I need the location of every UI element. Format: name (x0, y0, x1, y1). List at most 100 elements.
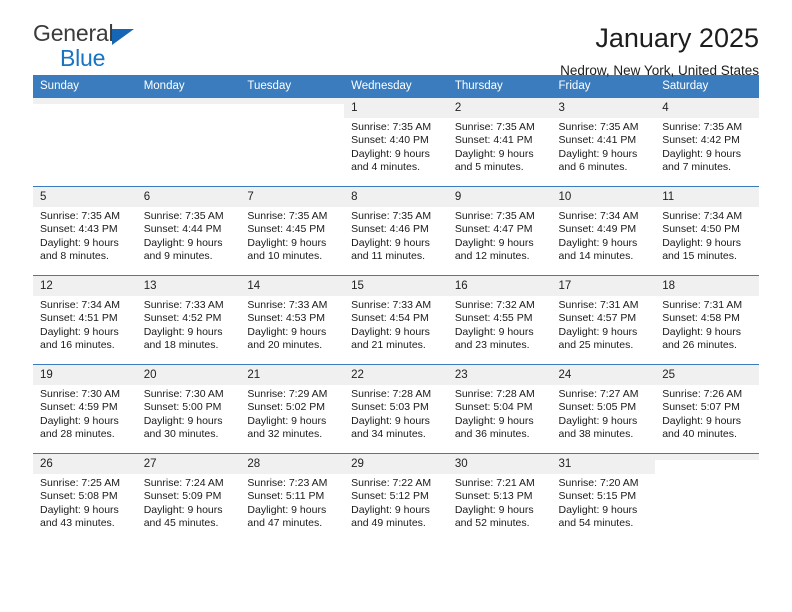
sunrise-text: Sunrise: 7:34 AM (558, 210, 639, 222)
day-number: 5 (33, 187, 137, 207)
day-cell-content: 24 Sunrise: 7:27 AM Sunset: 5:05 PM Dayligh… (551, 365, 656, 453)
sunset-text: Sunset: 4:51 PM (40, 312, 118, 325)
day-sun-info: Sunrise: 7:28 AM Sunset: 5:03 PM Daylight:… (344, 385, 448, 442)
calendar-day-cell[interactable]: 28 Sunrise: 7:23 AM Sunset: 5:11 PM Dayligh… (240, 453, 345, 543)
calendar-week-row: 12 Sunrise: 7:34 AM Sunset: 4:51 PM Dayligh… (33, 275, 759, 365)
day-number: 31 (551, 454, 656, 474)
calendar-day-cell[interactable]: 15 Sunrise: 7:33 AM Sunset: 4:54 PM Dayligh… (344, 275, 448, 365)
calendar-day-cell[interactable]: 12 Sunrise: 7:34 AM Sunset: 4:51 PM Dayligh… (33, 275, 137, 365)
calendar-day-cell[interactable]: 20 Sunrise: 7:30 AM Sunset: 5:00 PM Dayligh… (136, 364, 241, 454)
sunset-text: Sunset: 4:55 PM (454, 312, 533, 325)
calendar-day-cell[interactable]: 2 Sunrise: 7:35 AM Sunset: 4:41 PM Daylight… (447, 97, 552, 187)
calendar-day-cell[interactable]: 19 Sunrise: 7:30 AM Sunset: 4:59 PM Dayligh… (33, 364, 137, 454)
calendar-day-cell[interactable]: 10 Sunrise: 7:34 AM Sunset: 4:49 PM Dayligh… (551, 186, 656, 276)
daylight-text-line2: and 54 minutes. (558, 517, 634, 530)
daylight-text-line2: and 9 minutes. (143, 250, 213, 263)
day-sun-info: Sunrise: 7:23 AM Sunset: 5:11 PM Daylight:… (240, 474, 344, 531)
calendar-day-cell[interactable]: 17 Sunrise: 7:31 AM Sunset: 4:57 PM Dayligh… (551, 275, 656, 365)
day-sun-info: Sunrise: 7:35 AM Sunset: 4:46 PM Daylight:… (344, 207, 448, 264)
day-sun-info: Sunrise: 7:31 AM Sunset: 4:58 PM Daylight:… (655, 296, 759, 353)
calendar-page: General Blue January 2025 Nedrow, New Yo… (0, 0, 792, 612)
calendar-day-cell[interactable]: 16 Sunrise: 7:32 AM Sunset: 4:55 PM Dayligh… (447, 275, 552, 365)
day-number: 8 (344, 187, 448, 207)
daylight-text-line2: and 15 minutes. (662, 250, 737, 263)
calendar-day-cell[interactable]: 13 Sunrise: 7:33 AM Sunset: 4:52 PM Dayligh… (136, 275, 241, 365)
day-sun-info: Sunrise: 7:35 AM Sunset: 4:41 PM Daylight:… (552, 118, 656, 175)
daylight-text-line2: and 5 minutes. (454, 161, 524, 174)
daylight-text-line1: Daylight: 9 hours (454, 325, 534, 338)
calendar-day-cell[interactable]: 1 Sunrise: 7:35 AM Sunset: 4:40 PM Daylight… (344, 97, 448, 187)
calendar-day-cell[interactable]: 26 Sunrise: 7:25 AM Sunset: 5:08 PM Dayligh… (33, 453, 137, 543)
calendar-day-cell[interactable]: 9 Sunrise: 7:35 AM Sunset: 4:47 PM Daylight… (447, 186, 552, 276)
daylight-text-line2: and 49 minutes. (351, 517, 426, 530)
daylight-text-line1: Daylight: 9 hours (40, 325, 119, 338)
calendar-day-cell[interactable]: 7 Sunrise: 7:35 AM Sunset: 4:45 PM Daylight… (240, 186, 345, 276)
general-blue-logo[interactable]: General Blue (33, 22, 135, 70)
daylight-text-line1: Daylight: 9 hours (351, 236, 430, 249)
calendar-day-cell[interactable]: 22 Sunrise: 7:28 AM Sunset: 5:03 PM Dayligh… (344, 364, 448, 454)
calendar-day-cell[interactable]: 31 Sunrise: 7:20 AM Sunset: 5:15 PM Dayligh… (551, 453, 656, 543)
calendar-day-cell[interactable]: 29 Sunrise: 7:22 AM Sunset: 5:12 PM Dayligh… (344, 453, 448, 543)
calendar-day-cell[interactable]: 18 Sunrise: 7:31 AM Sunset: 4:58 PM Dayligh… (655, 275, 759, 365)
calendar-day-cell[interactable]: 11 Sunrise: 7:34 AM Sunset: 4:50 PM Dayligh… (655, 186, 759, 276)
calendar-day-cell[interactable]: 8 Sunrise: 7:35 AM Sunset: 4:46 PM Daylight… (344, 186, 448, 276)
sunset-text: Sunset: 4:46 PM (351, 223, 429, 236)
day-sun-info: Sunrise: 7:24 AM Sunset: 5:09 PM Daylight:… (137, 474, 241, 531)
sunrise-text: Sunrise: 7:35 AM (454, 121, 535, 133)
calendar-day-cell[interactable]: 23 Sunrise: 7:28 AM Sunset: 5:04 PM Dayligh… (447, 364, 552, 454)
calendar-day-cell[interactable]: 27 Sunrise: 7:24 AM Sunset: 5:09 PM Dayligh… (136, 453, 241, 543)
calendar-day-cell[interactable]: 25 Sunrise: 7:26 AM Sunset: 5:07 PM Dayligh… (655, 364, 759, 454)
calendar-day-cell[interactable]: 3 Sunrise: 7:35 AM Sunset: 4:41 PM Daylight… (551, 97, 656, 187)
day-sun-info: Sunrise: 7:20 AM Sunset: 5:15 PM Daylight:… (552, 474, 656, 531)
calendar-day-cell[interactable]: 4 Sunrise: 7:35 AM Sunset: 4:42 PM Daylight… (655, 97, 759, 187)
daylight-text-line1: Daylight: 9 hours (558, 414, 638, 427)
day-number (655, 454, 759, 460)
day-number: 9 (447, 187, 552, 207)
daylight-text-line1: Daylight: 9 hours (558, 325, 638, 338)
day-cell-content: 20 Sunrise: 7:30 AM Sunset: 5:00 PM Dayligh… (136, 365, 241, 453)
day-cell-content: 23 Sunrise: 7:28 AM Sunset: 5:04 PM Dayligh… (447, 365, 552, 453)
calendar-day-cell[interactable]: 6 Sunrise: 7:35 AM Sunset: 4:44 PM Daylight… (136, 186, 241, 276)
calendar-day-cell[interactable]: 14 Sunrise: 7:33 AM Sunset: 4:53 PM Dayligh… (240, 275, 345, 365)
day-cell-content: 13 Sunrise: 7:33 AM Sunset: 4:52 PM Dayligh… (136, 276, 241, 364)
day-cell-content: 28 Sunrise: 7:23 AM Sunset: 5:11 PM Dayligh… (240, 454, 345, 543)
sunset-text: Sunset: 4:54 PM (351, 312, 429, 325)
calendar-day-cell[interactable]: 24 Sunrise: 7:27 AM Sunset: 5:05 PM Dayligh… (551, 364, 656, 454)
calendar-day-cell[interactable]: 30 Sunrise: 7:21 AM Sunset: 5:13 PM Dayligh… (447, 453, 552, 543)
sunset-text: Sunset: 4:53 PM (247, 312, 326, 325)
calendar-day-cell[interactable]: 21 Sunrise: 7:29 AM Sunset: 5:02 PM Dayligh… (240, 364, 345, 454)
daylight-text-line1: Daylight: 9 hours (40, 414, 119, 427)
day-cell-content: 31 Sunrise: 7:20 AM Sunset: 5:15 PM Dayligh… (551, 454, 656, 543)
day-number: 2 (447, 98, 552, 118)
sunset-text: Sunset: 4:52 PM (143, 312, 222, 325)
day-number: 1 (344, 98, 448, 118)
sunset-text: Sunset: 5:12 PM (351, 490, 429, 503)
sunset-text: Sunset: 5:02 PM (247, 401, 326, 414)
calendar-day-cell[interactable]: 5 Sunrise: 7:35 AM Sunset: 4:43 PM Daylight… (33, 186, 137, 276)
calendar-table: Sunday Monday Tuesday Wednesday Thursday… (33, 75, 759, 543)
day-cell-content (33, 98, 137, 186)
calendar-week-row: 26 Sunrise: 7:25 AM Sunset: 5:08 PM Dayligh… (33, 453, 759, 543)
calendar-week-row: 1 Sunrise: 7:35 AM Sunset: 4:40 PM Daylight… (33, 97, 759, 187)
day-number (33, 98, 137, 104)
daylight-text-line2: and 14 minutes. (558, 250, 634, 263)
day-sun-info: Sunrise: 7:34 AM Sunset: 4:49 PM Daylight:… (552, 207, 656, 264)
day-number (240, 98, 345, 104)
sunrise-text: Sunrise: 7:35 AM (40, 210, 120, 222)
day-sun-info: Sunrise: 7:32 AM Sunset: 4:55 PM Daylight:… (448, 296, 552, 353)
daylight-text-line2: and 43 minutes. (40, 517, 115, 530)
day-cell-content: 4 Sunrise: 7:35 AM Sunset: 4:42 PM Daylight… (655, 98, 759, 186)
sunset-text: Sunset: 4:40 PM (351, 134, 429, 147)
calendar-day-cell (33, 97, 137, 187)
sunset-text: Sunset: 5:03 PM (351, 401, 429, 414)
daylight-text-line2: and 26 minutes. (662, 339, 737, 352)
day-cell-content: 5 Sunrise: 7:35 AM Sunset: 4:43 PM Daylight… (33, 187, 137, 275)
sunrise-text: Sunrise: 7:21 AM (454, 477, 535, 489)
day-number: 24 (551, 365, 656, 385)
day-sun-info: Sunrise: 7:21 AM Sunset: 5:13 PM Daylight:… (448, 474, 552, 531)
day-cell-content: 6 Sunrise: 7:35 AM Sunset: 4:44 PM Daylight… (136, 187, 241, 275)
day-cell-content: 30 Sunrise: 7:21 AM Sunset: 5:13 PM Dayligh… (447, 454, 552, 543)
day-cell-content: 26 Sunrise: 7:25 AM Sunset: 5:08 PM Dayligh… (33, 454, 137, 543)
daylight-text-line2: and 52 minutes. (454, 517, 530, 530)
sunset-text: Sunset: 5:13 PM (454, 490, 533, 503)
